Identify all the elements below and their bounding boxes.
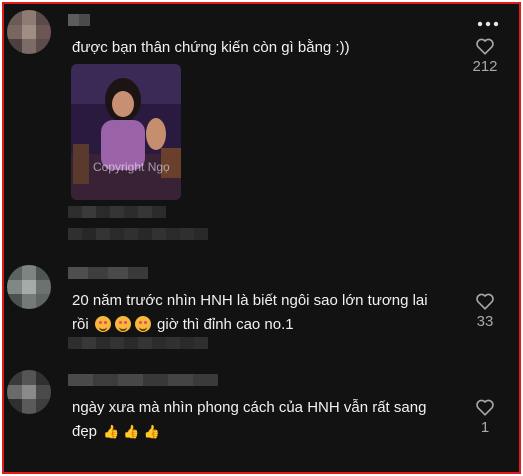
like-button[interactable]: 1: [465, 398, 505, 436]
star-struck-emoji: [94, 316, 111, 332]
username-blurred[interactable]: [68, 374, 218, 386]
comment-text: được bạn thân chứng kiến còn gì bằng :)): [72, 39, 350, 56]
reply-action-blurred[interactable]: [68, 206, 166, 218]
heart-outline-icon: [476, 38, 494, 55]
comment-text-line1: ngày xưa mà nhìn phong cách của HNH vẫn …: [72, 399, 427, 416]
comment-text-line1: 20 năm trước nhìn HNH là biết ngôi sao l…: [72, 292, 428, 309]
reply-action-blurred[interactable]: [68, 337, 208, 349]
image-watermark: Copyright Ngọ: [93, 160, 170, 174]
username-blurred[interactable]: [68, 14, 90, 26]
avatar[interactable]: [7, 10, 51, 54]
more-options-icon[interactable]: [477, 16, 499, 27]
star-struck-emoji: [134, 316, 151, 332]
comment-text: ngày xưa mà nhìn phong cách của HNH vẫn …: [72, 396, 426, 444]
thumbs-up-emoji: 👍: [143, 424, 160, 439]
comment-text: 20 năm trước nhìn HNH là biết ngôi sao l…: [72, 289, 428, 337]
thumbs-up-emoji: 👍: [103, 424, 120, 439]
like-button[interactable]: 33: [465, 292, 505, 330]
thumbs-up-emoji: 👍: [123, 424, 140, 439]
comment-text-line2: đẹp: [72, 423, 98, 440]
like-count: 1: [480, 419, 490, 436]
comment-text-line2-end: giờ thì đỉnh cao no.1: [157, 316, 294, 333]
heart-outline-icon: [476, 399, 494, 416]
avatar[interactable]: [7, 265, 51, 309]
comment-text-line2-start: rồi: [72, 316, 89, 333]
avatar[interactable]: [7, 370, 51, 414]
star-struck-emoji: [114, 316, 131, 332]
view-replies-blurred[interactable]: [68, 228, 208, 240]
comment-panel: được bạn thân chứng kiến còn gì bằng :))…: [2, 2, 521, 474]
like-button[interactable]: 212: [465, 37, 505, 75]
username-blurred[interactable]: [68, 267, 148, 279]
like-count: 33: [476, 313, 494, 330]
like-count: 212: [472, 58, 498, 75]
heart-outline-icon: [476, 293, 494, 310]
comment-image[interactable]: Copyright Ngọ: [71, 64, 181, 200]
